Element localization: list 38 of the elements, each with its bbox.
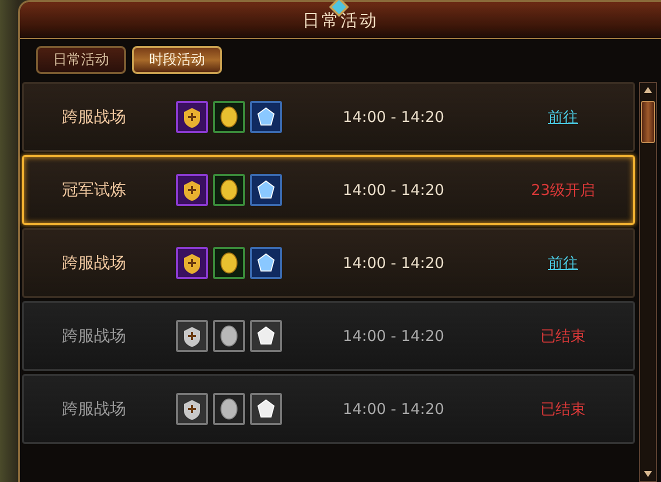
coin-icon	[213, 101, 245, 133]
time-range: 14:00 - 14:20	[342, 181, 444, 199]
coin-icon	[213, 174, 245, 206]
time-range: 14:00 - 14:20	[342, 327, 444, 345]
activity-row[interactable]: 冠军试炼 14:00 - 14:20 23级开启	[22, 155, 635, 225]
gem-icon	[250, 174, 282, 206]
gem-icon	[250, 393, 282, 425]
go-link[interactable]: 前往	[548, 108, 578, 126]
time-range: 14:00 - 14:20	[342, 108, 444, 126]
time-range: 14:00 - 14:20	[342, 400, 444, 418]
activity-name: 跨服战场	[62, 398, 126, 420]
gem-icon	[250, 247, 282, 279]
scroll-thumb[interactable]	[641, 101, 655, 143]
coin-icon	[213, 247, 245, 279]
badge-icon	[176, 247, 208, 279]
status-text: 23级开启	[530, 180, 596, 200]
coin-icon	[213, 393, 245, 425]
activity-row[interactable]: 跨服战场 14:00 - 14:20 前往	[22, 228, 635, 298]
tab[interactable]: 时段活动	[132, 46, 222, 74]
activity-name: 跨服战场	[62, 252, 126, 274]
badge-icon	[176, 393, 208, 425]
scrollbar[interactable]	[639, 82, 657, 482]
activity-name: 跨服战场	[62, 326, 126, 346]
time-range: 14:00 - 14:20	[342, 254, 444, 272]
tab[interactable]: 日常活动	[36, 46, 126, 74]
coin-icon	[213, 320, 245, 352]
badge-icon	[176, 174, 208, 206]
status-text: 已结束	[540, 400, 586, 418]
window-title: 日常活动	[302, 10, 378, 32]
badge-icon	[176, 101, 208, 133]
go-link[interactable]: 前往	[548, 254, 578, 272]
status-text: 已结束	[540, 326, 586, 346]
activity-row[interactable]: 跨服战场 14:00 - 14:20 前往	[22, 82, 635, 152]
badge-icon	[176, 320, 208, 352]
activity-name: 跨服战场	[62, 106, 126, 128]
activity-name: 冠军试炼	[62, 180, 126, 200]
gem-icon	[250, 320, 282, 352]
gem-icon	[250, 101, 282, 133]
